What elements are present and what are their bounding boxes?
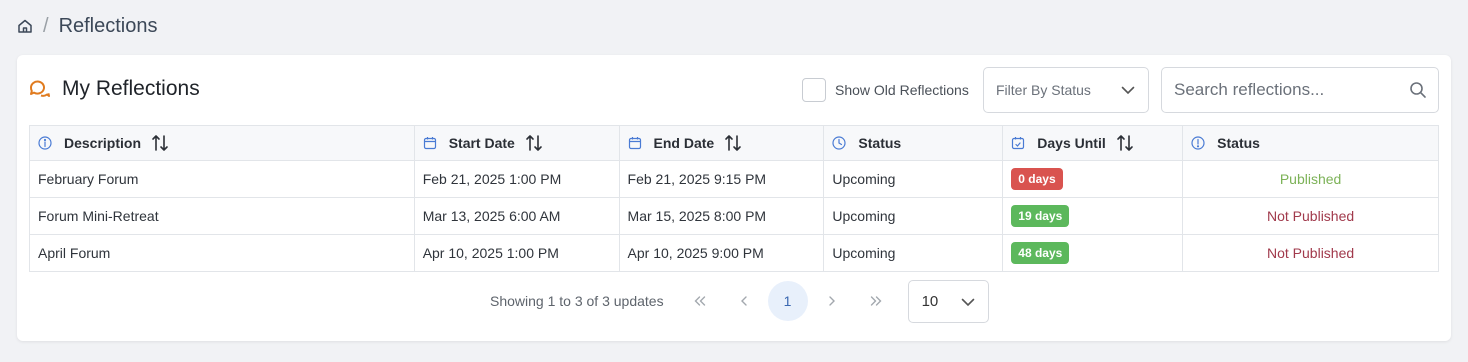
search-box xyxy=(1161,67,1439,113)
card-header: My Reflections Show Old Reflections Filt… xyxy=(17,55,1451,125)
cell-description: February Forum xyxy=(29,160,415,198)
calendar-icon xyxy=(628,137,641,150)
show-old-reflections-label: Show Old Reflections xyxy=(835,82,969,98)
pagination: Showing 1 to 3 of 3 updates 1 10 xyxy=(490,279,989,323)
calendar-icon xyxy=(423,137,436,150)
cell-days-until: 19 days xyxy=(1002,197,1184,235)
previous-page-button[interactable] xyxy=(722,281,766,321)
column-header-publish-status: Status xyxy=(1182,125,1439,161)
chevron-down-icon xyxy=(1121,86,1135,95)
show-old-reflections-checkbox[interactable] xyxy=(802,78,826,102)
alert-icon xyxy=(1191,136,1205,150)
cell-start-date: Mar 13, 2025 6:00 AM xyxy=(413,197,620,235)
sort-icon[interactable] xyxy=(1116,133,1134,153)
column-label: End Date xyxy=(653,135,715,151)
chat-bubbles-icon xyxy=(28,78,50,100)
column-label: Days Until xyxy=(1037,135,1106,151)
first-page-button[interactable] xyxy=(678,281,722,321)
days-badge: 19 days xyxy=(1011,205,1070,227)
sort-icon[interactable] xyxy=(525,133,543,153)
column-header-end-date[interactable]: End Date xyxy=(618,125,825,161)
chevron-left-icon xyxy=(740,296,747,306)
clock-icon xyxy=(832,136,847,150)
cell-end-date: Feb 21, 2025 9:15 PM xyxy=(618,160,825,198)
page-size-value: 10 xyxy=(921,292,939,310)
column-header-start-date[interactable]: Start Date xyxy=(413,125,620,161)
reflections-card: My Reflections Show Old Reflections Filt… xyxy=(17,55,1451,341)
chevron-right-icon xyxy=(828,296,835,306)
sort-icon[interactable] xyxy=(151,133,169,153)
info-icon xyxy=(38,136,52,150)
cell-publish-status: Published xyxy=(1182,160,1439,198)
table-header-row: Description Start Date End Date Status D… xyxy=(29,125,1439,161)
chevron-down-icon xyxy=(961,298,974,306)
column-label: Status xyxy=(858,135,902,151)
calendar-check-icon xyxy=(1012,137,1025,150)
cell-status: Upcoming xyxy=(823,197,1004,235)
cell-publish-status: Not Published xyxy=(1182,197,1439,235)
cell-status: Upcoming xyxy=(823,234,1004,272)
column-label: Description xyxy=(64,135,142,151)
cell-status: Upcoming xyxy=(823,160,1004,198)
page-title: Reflections xyxy=(58,14,158,37)
cell-publish-status: Not Published xyxy=(1182,234,1439,272)
sort-icon[interactable] xyxy=(724,133,742,153)
cell-days-until: 0 days xyxy=(1002,160,1184,198)
cell-description: April Forum xyxy=(29,234,415,272)
days-badge: 0 days xyxy=(1011,168,1063,190)
breadcrumb-separator: / xyxy=(43,14,49,37)
cell-end-date: Mar 15, 2025 8:00 PM xyxy=(618,197,825,235)
filter-by-status-select[interactable]: Filter By Status xyxy=(983,67,1149,113)
column-header-status: Status xyxy=(823,125,1004,161)
cell-description: Forum Mini-Retreat xyxy=(29,197,415,235)
column-header-description[interactable]: Description xyxy=(29,125,415,161)
table-row[interactable]: April Forum Apr 10, 2025 1:00 PM Apr 10,… xyxy=(29,234,1439,272)
search-input[interactable] xyxy=(1162,68,1392,112)
days-badge: 48 days xyxy=(1011,242,1070,264)
page-size-select[interactable]: 10 xyxy=(907,279,989,323)
search-icon[interactable] xyxy=(1409,81,1427,99)
cell-start-date: Feb 21, 2025 1:00 PM xyxy=(413,160,620,198)
cell-end-date: Apr 10, 2025 9:00 PM xyxy=(618,234,825,272)
card-title: My Reflections xyxy=(28,77,200,101)
breadcrumb: / Reflections xyxy=(16,14,158,38)
column-label: Start Date xyxy=(448,135,515,151)
cell-start-date: Apr 10, 2025 1:00 PM xyxy=(413,234,620,272)
card-title-text: My Reflections xyxy=(62,77,200,100)
reflections-table: Description Start Date End Date Status D… xyxy=(29,125,1439,272)
column-label: Status xyxy=(1217,135,1260,151)
show-old-reflections-toggle[interactable]: Show Old Reflections xyxy=(802,78,969,102)
page-1-button[interactable]: 1 xyxy=(767,281,808,321)
cell-days-until: 48 days xyxy=(1002,234,1184,272)
table-row[interactable]: Forum Mini-Retreat Mar 13, 2025 6:00 AM … xyxy=(29,197,1439,235)
filter-by-status-placeholder: Filter By Status xyxy=(996,82,1091,98)
pagination-info: Showing 1 to 3 of 3 updates xyxy=(490,293,664,309)
column-header-days-until[interactable]: Days Until xyxy=(1002,125,1184,161)
home-icon[interactable] xyxy=(16,17,34,35)
last-page-button[interactable] xyxy=(854,281,898,321)
double-chevron-right-icon xyxy=(870,296,882,306)
next-page-button[interactable] xyxy=(810,281,854,321)
double-chevron-left-icon xyxy=(694,296,705,306)
table-row[interactable]: February Forum Feb 21, 2025 1:00 PM Feb … xyxy=(29,160,1439,198)
